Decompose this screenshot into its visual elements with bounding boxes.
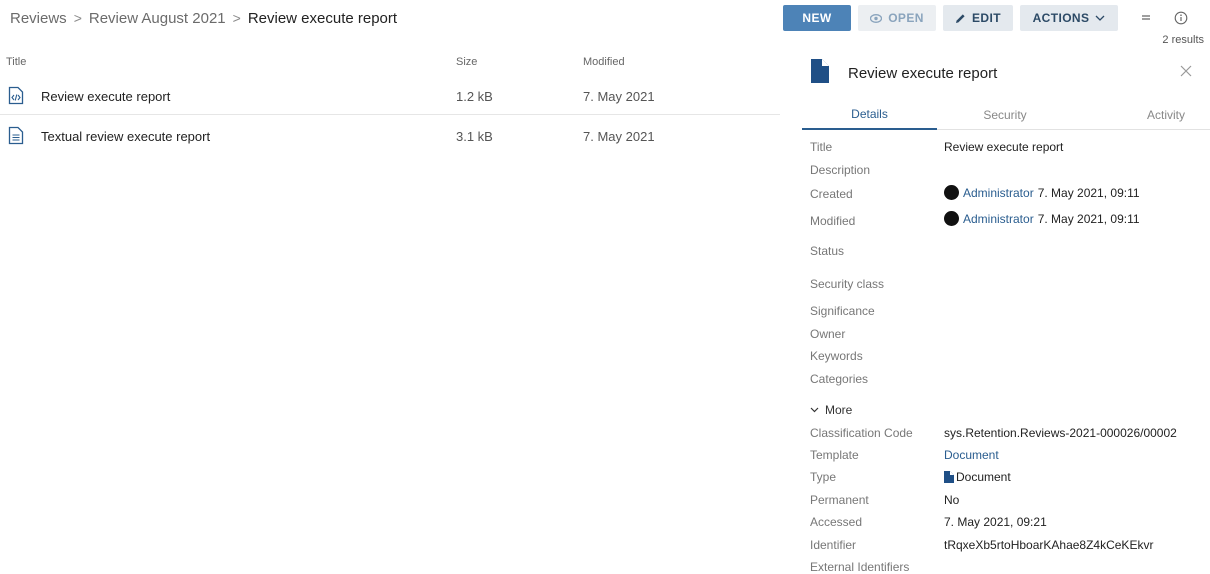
document-icon (944, 471, 954, 483)
label-security-class: Security class (810, 277, 885, 291)
list-item[interactable]: Review execute report 1.2 kB 7. May 2021 (0, 77, 780, 115)
list-item-modified: 7. May 2021 (583, 129, 655, 144)
more-label: More (825, 403, 853, 417)
text-file-icon (8, 126, 26, 146)
label-keywords: Keywords (810, 349, 863, 363)
list-item[interactable]: Textual review execute report 3.1 kB 7. … (0, 117, 780, 155)
label-created: Created (810, 187, 853, 201)
label-categories: Categories (810, 372, 869, 386)
details-panel: Review execute report Details Security A… (802, 52, 1210, 574)
actions-button-label: ACTIONS (1032, 11, 1090, 25)
tab-security[interactable]: Security (937, 100, 1073, 130)
label-type: Type (810, 470, 837, 484)
breadcrumb-current: Review execute report (247, 9, 398, 27)
chevron-down-icon (810, 407, 819, 413)
label-owner: Owner (810, 327, 846, 341)
actions-button[interactable]: ACTIONS (1020, 5, 1118, 31)
label-significance: Significance (810, 304, 875, 318)
breadcrumb-item-reviews[interactable]: Reviews (10, 10, 67, 27)
value-created: Administrator 7. May 2021, 09:11 (944, 185, 1140, 200)
label-description: Description (810, 163, 871, 177)
value-modified: Administrator 7. May 2021, 09:11 (944, 211, 1140, 226)
new-button-label: NEW (802, 11, 832, 25)
value-classification-code: sys.Retention.Reviews-2021-000026/00002 (944, 426, 1177, 440)
avatar (944, 211, 959, 226)
new-button[interactable]: NEW (783, 5, 851, 31)
open-button-label: OPEN (888, 11, 924, 25)
list-item-modified: 7. May 2021 (583, 89, 655, 104)
list-item-size: 3.1 kB (456, 129, 493, 144)
label-identifier: Identifier (810, 538, 857, 552)
label-template: Template (810, 448, 859, 462)
column-header-size[interactable]: Size (456, 56, 477, 68)
tab-activity[interactable]: Activity (1073, 100, 1210, 130)
breadcrumb-item-review-august[interactable]: Review August 2021 (89, 10, 226, 27)
eye-icon (870, 13, 883, 23)
value-identifier: tRqxeXb5rtoHboarKAhae8Z4kCeKEkvr (944, 538, 1154, 552)
value-permanent: No (944, 493, 960, 507)
value-title: Review execute report (944, 140, 1064, 154)
panel-tabs: Details Security Activity (802, 100, 1210, 130)
info-icon[interactable] (1172, 9, 1190, 27)
column-header-title[interactable]: Title (6, 56, 26, 68)
list-item-size: 1.2 kB (456, 89, 493, 104)
label-external-identifiers: External Identifiers (810, 560, 910, 574)
value-accessed: 7. May 2021, 09:21 (944, 515, 1047, 529)
created-user-link[interactable]: Administrator (963, 186, 1034, 200)
open-button[interactable]: OPEN (858, 5, 936, 31)
avatar (944, 185, 959, 200)
pencil-icon (955, 13, 966, 24)
more-toggle[interactable]: More (810, 403, 852, 417)
toolbar: NEW OPEN EDIT ACTIONS (783, 5, 1118, 31)
type-label: Document (956, 470, 1011, 484)
label-accessed: Accessed (810, 515, 863, 529)
label-permanent: Permanent (810, 493, 869, 507)
panel-title: Review execute report (848, 65, 998, 82)
list-item-title: Review execute report (41, 89, 171, 104)
code-file-icon (8, 86, 26, 106)
modified-date: 7. May 2021, 09:11 (1037, 211, 1140, 226)
chevron-right-icon: > (73, 10, 82, 26)
edit-button-label: EDIT (972, 11, 1001, 25)
breadcrumb: Reviews > Review August 2021 > Review ex… (10, 8, 397, 28)
chevron-down-icon (1095, 15, 1105, 21)
results-count: 2 results (1162, 34, 1204, 46)
label-status: Status (810, 244, 845, 258)
modified-user-link[interactable]: Administrator (963, 212, 1034, 226)
label-title: Title (810, 140, 833, 154)
chevron-right-icon: > (232, 10, 241, 26)
list-header: Title Size Modified (0, 56, 780, 72)
column-header-modified[interactable]: Modified (583, 56, 625, 68)
created-date: 7. May 2021, 09:11 (1037, 185, 1140, 200)
label-classification-code: Classification Code (810, 426, 913, 440)
template-link[interactable]: Document (944, 448, 999, 462)
value-type: Document (944, 470, 1011, 484)
tab-details[interactable]: Details (802, 100, 937, 130)
label-modified: Modified (810, 214, 856, 228)
document-icon (811, 59, 829, 83)
edit-button[interactable]: EDIT (943, 5, 1013, 31)
list-view-icon[interactable] (1137, 9, 1155, 27)
close-icon[interactable] (1180, 65, 1194, 79)
list-item-title: Textual review execute report (41, 129, 211, 144)
